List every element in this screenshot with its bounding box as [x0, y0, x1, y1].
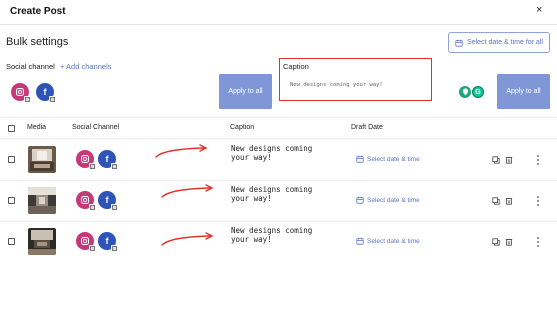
apply-to-all-left-button[interactable]: Apply to all [219, 74, 272, 109]
trash-icon[interactable] [505, 238, 513, 246]
kebab-menu-icon[interactable] [536, 155, 540, 165]
dialog-title: Create Post [10, 6, 66, 17]
trash-icon[interactable] [505, 156, 513, 164]
map-pin-icon[interactable] [459, 86, 471, 98]
calendar-icon [356, 237, 364, 245]
row-facebook-avatar[interactable]: f [98, 191, 118, 211]
bulk-caption-label: Caption [283, 62, 309, 71]
row-facebook-avatar[interactable]: f [98, 232, 118, 252]
calendar-icon [356, 196, 364, 204]
media-thumbnail[interactable] [28, 146, 56, 173]
dialog-header [0, 0, 557, 25]
instagram-badge [89, 163, 96, 170]
row-select-date[interactable]: Select date & time [356, 196, 420, 204]
red-arrow-annotation [161, 232, 214, 246]
row-caption-line: your way! [231, 235, 272, 244]
column-social-channel: Social Channel [72, 124, 120, 131]
close-icon[interactable]: × [536, 4, 542, 16]
bulk-settings-title: Bulk settings [6, 36, 69, 48]
row-instagram-avatar[interactable] [76, 232, 96, 252]
add-channels-link[interactable]: + Add channels [60, 62, 112, 71]
calendar-icon [455, 39, 463, 47]
row-instagram-avatar[interactable] [76, 191, 96, 211]
kebab-menu-icon[interactable] [536, 196, 540, 206]
row-caption-line: your way! [231, 153, 272, 162]
facebook-badge [111, 204, 118, 211]
row-instagram-avatar[interactable] [76, 150, 96, 170]
row-select-date-label: Select date & time [367, 155, 420, 163]
row-caption-line: New designs coming [231, 144, 313, 153]
bulk-caption-input[interactable]: New designs coming your way! [290, 82, 383, 88]
facebook-badge [111, 245, 118, 252]
red-arrow-annotation [155, 144, 208, 158]
instagram-badge [89, 245, 96, 252]
copy-icon[interactable] [492, 156, 500, 164]
select-date-all-button[interactable]: Select date & time for all [448, 32, 550, 53]
apply-to-all-right-button[interactable]: Apply to all [497, 74, 550, 109]
trash-icon[interactable] [505, 197, 513, 205]
kebab-menu-icon[interactable] [536, 237, 540, 247]
row-divider [0, 180, 557, 181]
row-checkbox[interactable] [8, 197, 15, 204]
row-caption[interactable]: New designs coming your way! [231, 144, 312, 162]
copy-icon[interactable] [492, 197, 500, 205]
bulk-instagram-avatar[interactable] [11, 83, 31, 103]
row-checkbox[interactable] [8, 238, 15, 245]
row-select-date-label: Select date & time [367, 237, 420, 245]
row-checkbox[interactable] [8, 156, 15, 163]
instagram-badge [24, 96, 31, 103]
social-channel-label: Social channel [6, 62, 55, 71]
row-facebook-avatar[interactable]: f [98, 150, 118, 170]
grammarly-icon[interactable]: G [472, 86, 484, 98]
row-caption[interactable]: New designs coming your way! [231, 226, 312, 244]
row-caption[interactable]: New designs coming your way! [231, 185, 312, 203]
column-media: Media [27, 124, 47, 131]
row-divider [0, 221, 557, 222]
row-select-date[interactable]: Select date & time [356, 155, 420, 163]
row-select-date[interactable]: Select date & time [356, 237, 420, 245]
media-thumbnail[interactable] [28, 187, 56, 214]
row-caption-line: New designs coming [231, 185, 313, 194]
bulk-facebook-avatar[interactable]: f [36, 83, 56, 103]
column-caption: Caption [230, 124, 255, 131]
select-date-all-label: Select date & time for all [467, 39, 543, 46]
row-caption-line: New designs coming [231, 226, 313, 235]
instagram-badge [89, 204, 96, 211]
calendar-icon [356, 155, 364, 163]
facebook-badge [49, 96, 56, 103]
row-select-date-label: Select date & time [367, 196, 420, 204]
copy-icon[interactable] [492, 238, 500, 246]
facebook-badge [111, 163, 118, 170]
row-caption-line: your way! [231, 194, 272, 203]
column-draft-date: Draft Date [351, 124, 383, 131]
select-all-checkbox[interactable] [8, 125, 15, 132]
red-arrow-annotation [161, 184, 214, 198]
media-thumbnail[interactable] [28, 228, 56, 255]
